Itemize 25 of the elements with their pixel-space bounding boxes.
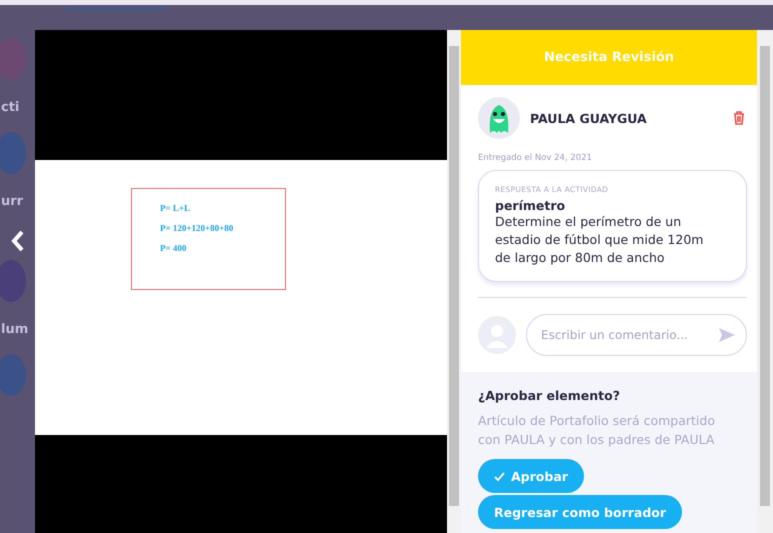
student-name: PAULA GUAYGUA: [530, 110, 648, 126]
comment-input[interactable]: Escribir un comentario...: [539, 327, 718, 343]
submitted-date: Entregado el Nov 24, 2021: [478, 153, 593, 163]
background-text: urr: [1, 194, 24, 211]
delete-icon[interactable]: [731, 110, 747, 126]
background-text: cti: [1, 100, 20, 117]
scrollbar[interactable]: [447, 30, 461, 533]
equation-text: P= 400: [160, 243, 188, 253]
equation-text: P= L+L: [160, 203, 192, 213]
status-banner: Necesita Revisión: [461, 30, 757, 85]
activity-description: Determine el perímetro de un estadio de fútbol que mide 120m de largo por 80m de ancho: [495, 213, 704, 267]
approve-button[interactable]: Aprobar: [478, 459, 584, 493]
background-circle: [0, 354, 26, 396]
draft-button[interactable]: Regresar como borrador: [478, 495, 682, 529]
send-icon[interactable]: [718, 327, 736, 343]
comment-field[interactable]: Escribir un comentario...: [526, 314, 747, 356]
background-circle: [0, 132, 26, 174]
approval-title: ¿Aprobar elemento?: [478, 388, 621, 403]
scrollbar[interactable]: [757, 30, 773, 533]
monster-avatar-icon: [478, 97, 520, 139]
activity-title: perímetro: [495, 198, 566, 213]
equation-text: P= 120+120+80+80: [160, 223, 234, 233]
approval-text: Artículo de Portafolio será compartido con PAULA y con los padres de PAULA: [478, 412, 716, 449]
background-text: lum: [1, 322, 28, 339]
check-icon: [494, 472, 505, 480]
